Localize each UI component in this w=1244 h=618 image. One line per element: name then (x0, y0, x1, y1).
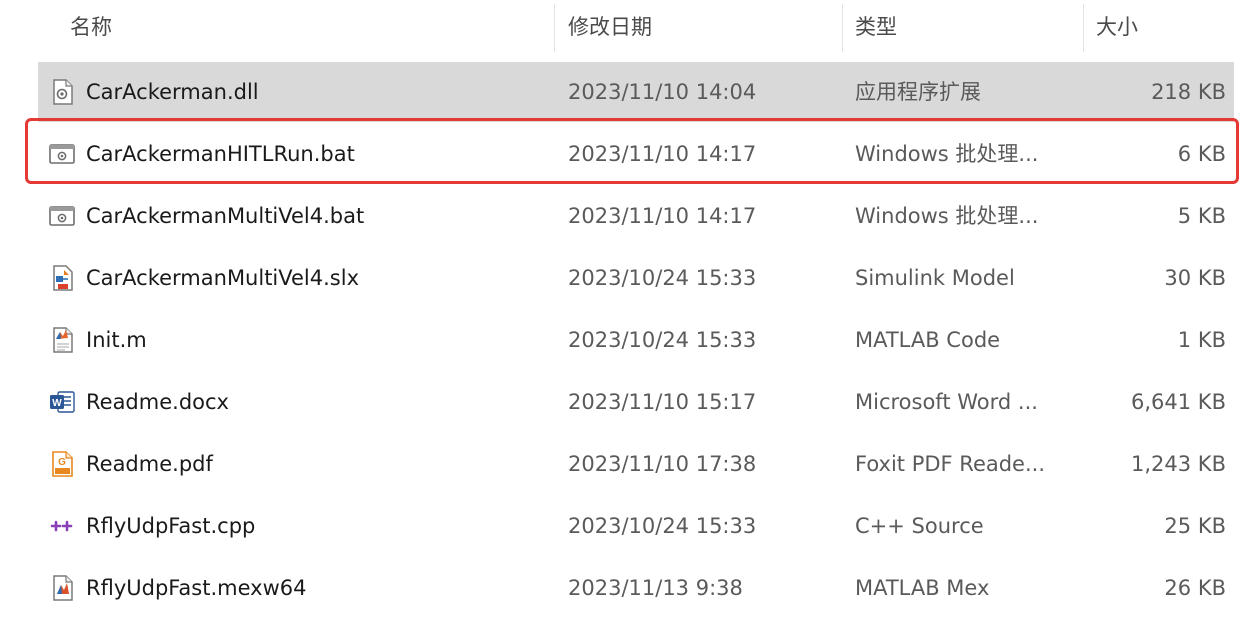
file-size: 6,641 KB (1131, 390, 1226, 414)
file-modified: 2023/11/10 17:38 (568, 452, 757, 476)
file-name: RflyUdpFast.cpp (86, 514, 256, 538)
file-name: CarAckerman.dll (86, 80, 259, 104)
file-type: Foxit PDF Reade... (855, 452, 1046, 476)
cpp-source-icon (50, 520, 73, 532)
svg-text:W: W (52, 398, 62, 409)
file-size: 30 KB (1164, 266, 1226, 290)
file-name: CarAckermanMultiVel4.slx (86, 266, 359, 290)
column-header-modified[interactable]: 修改日期 (568, 0, 652, 54)
file-name: RflyUdpFast.mexw64 (86, 576, 307, 600)
file-size: 25 KB (1164, 514, 1226, 538)
file-modified: 2023/10/24 15:33 (568, 514, 757, 538)
matlab-mex-icon (53, 575, 73, 601)
dll-file-icon (53, 79, 73, 105)
simulink-model-icon (53, 265, 73, 291)
file-modified: 2023/11/10 15:17 (568, 390, 757, 414)
file-type: C++ Source (855, 514, 984, 538)
file-type: Simulink Model (855, 266, 1015, 290)
file-modified: 2023/11/10 14:17 (568, 142, 757, 166)
file-size: 1 KB (1177, 328, 1226, 352)
file-type: MATLAB Code (855, 328, 1001, 352)
file-size: 218 KB (1151, 80, 1226, 104)
file-modified: 2023/11/13 9:38 (568, 576, 743, 600)
file-row-caracherman-dll[interactable]: CarAckerman.dll 2023/11/10 14:04 应用程序扩展 … (38, 62, 1234, 122)
file-modified: 2023/11/10 14:17 (568, 204, 757, 228)
matlab-code-icon (53, 327, 73, 353)
file-modified: 2023/11/10 14:04 (568, 80, 757, 104)
file-row-readme-pdf[interactable]: G Readme.pdf 2023/11/10 17:38 Foxit PDF … (38, 434, 1234, 494)
file-type: MATLAB Mex (855, 576, 990, 600)
file-name: Readme.docx (86, 390, 229, 414)
file-type: Windows 批处理... (855, 204, 1039, 228)
pdf-file-icon: G (52, 451, 73, 477)
column-header-name[interactable]: 名称 (70, 0, 112, 54)
file-row-caracherman-multivel4-slx[interactable]: CarAckermanMultiVel4.slx 2023/10/24 15:3… (38, 248, 1234, 308)
column-divider[interactable] (842, 4, 843, 52)
file-size: 6 KB (1177, 142, 1226, 166)
batch-file-icon (49, 206, 75, 226)
file-size: 1,243 KB (1131, 452, 1226, 476)
file-size: 26 KB (1164, 576, 1226, 600)
file-row-rflyudpfast-cpp[interactable]: RflyUdpFast.cpp 2023/10/24 15:33 C++ Sou… (38, 496, 1234, 556)
file-type: Windows 批处理... (855, 142, 1039, 166)
file-row-init-m[interactable]: Init.m 2023/10/24 15:33 MATLAB Code 1 KB (38, 310, 1234, 370)
batch-file-icon (49, 144, 75, 164)
svg-text:G: G (58, 457, 66, 468)
column-header: 名称 修改日期 类型 大小 (0, 0, 1244, 56)
file-type: Microsoft Word ... (855, 390, 1038, 414)
column-header-type[interactable]: 类型 (855, 0, 897, 54)
file-type: 应用程序扩展 (855, 80, 981, 104)
file-modified: 2023/10/24 15:33 (568, 266, 757, 290)
file-name: CarAckermanHITLRun.bat (86, 142, 355, 166)
file-row-caracherman-hitlrun-bat[interactable]: CarAckermanHITLRun.bat 2023/11/10 14:17 … (38, 124, 1234, 184)
file-modified: 2023/10/24 15:33 (568, 328, 757, 352)
file-row-rflyudpfast-mexw64[interactable]: RflyUdpFast.mexw64 2023/11/13 9:38 MATLA… (38, 558, 1234, 618)
file-name: Readme.pdf (86, 452, 213, 476)
file-name: CarAckermanMultiVel4.bat (86, 204, 365, 228)
file-row-readme-docx[interactable]: W Readme.docx 2023/11/10 15:17 Microsoft… (38, 372, 1234, 432)
file-size: 5 KB (1177, 204, 1226, 228)
column-divider[interactable] (554, 4, 555, 52)
file-name: Init.m (86, 328, 147, 352)
column-divider[interactable] (1083, 4, 1084, 52)
file-row-caracherman-multivel4-bat[interactable]: CarAckermanMultiVel4.bat 2023/11/10 14:1… (38, 186, 1234, 246)
word-document-icon: W (50, 391, 75, 413)
column-header-size[interactable]: 大小 (1096, 0, 1138, 54)
